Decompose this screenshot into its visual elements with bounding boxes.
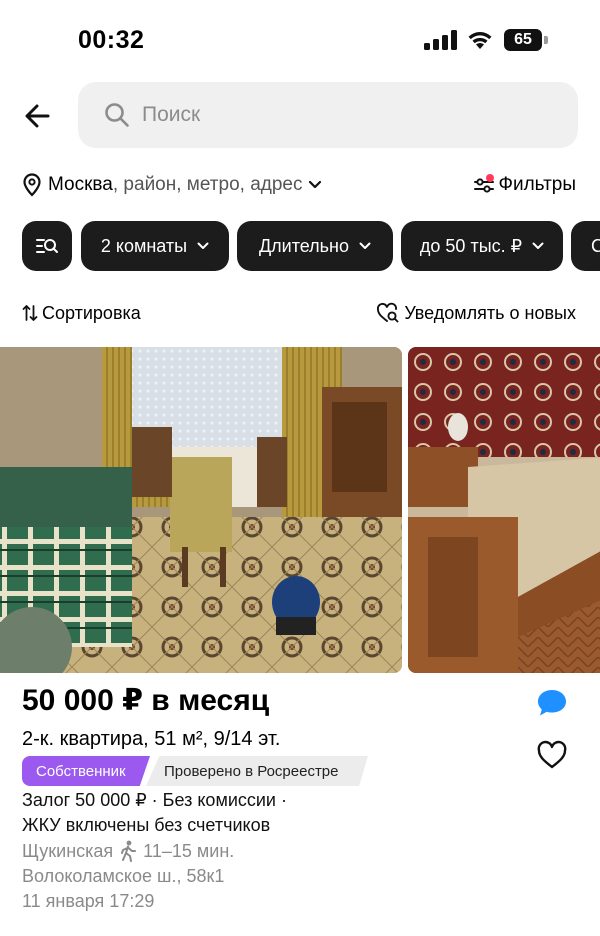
owner-badge: Собственник xyxy=(22,756,150,786)
filters-label: Фильтры xyxy=(498,174,576,195)
metro-info: Щукинская 11–15 мин. xyxy=(22,840,234,862)
sort-label: Сортировка xyxy=(42,302,141,323)
metro-station: Щукинская xyxy=(22,840,114,861)
living-room-image xyxy=(0,347,402,673)
listing-title[interactable]: 2-к. квартира, 51 м², 9/14 эт. xyxy=(22,728,280,751)
chat-bubble-icon[interactable] xyxy=(536,688,568,718)
search-filters-icon xyxy=(36,239,58,253)
listing-terms-line-1: Залог 50 000 ₽ · Без комиссии · xyxy=(22,790,287,810)
wifi-icon xyxy=(468,32,492,49)
more-filter-chip[interactable]: С xyxy=(571,221,600,271)
chip-label: С xyxy=(591,235,600,256)
chevron-down-icon xyxy=(532,242,544,249)
status-time: 00:32 xyxy=(78,26,145,54)
sort-arrows-icon xyxy=(22,305,38,321)
listing-address: Волоколамское ш., 58к1 xyxy=(22,866,225,886)
listing-terms-line-2: ЖКУ включены без счетчиков xyxy=(22,815,271,835)
bedroom-image xyxy=(408,347,600,673)
back-arrow-icon[interactable] xyxy=(20,98,60,134)
chip-label: 2 комнаты xyxy=(100,235,188,256)
photo-carousel[interactable] xyxy=(0,347,600,673)
sort-button[interactable]: Сортировка xyxy=(22,300,141,326)
chevron-down-icon xyxy=(309,180,322,189)
price-filter-chip[interactable]: до 50 тыс. ₽ xyxy=(401,221,563,271)
chevron-down-icon xyxy=(197,242,209,249)
cellular-signal-icon xyxy=(424,30,457,50)
verified-badge: Проверено в Росреестре xyxy=(146,756,368,786)
filters-button[interactable]: Фильтры xyxy=(473,170,576,200)
battery-level: 65 xyxy=(504,29,542,51)
location-city: Москва xyxy=(48,174,113,195)
favorite-heart-icon[interactable] xyxy=(536,740,568,770)
rental-term-chip[interactable]: Длительно xyxy=(237,221,393,271)
chip-label: Длительно xyxy=(258,235,350,256)
notify-new-button[interactable]: Уведомлять о новых xyxy=(376,300,576,326)
listing-date: 11 января 17:29 xyxy=(22,891,155,911)
listing-price[interactable]: 50 000 ₽ в месяц xyxy=(22,683,269,718)
location-hint: , район, метро, адрес xyxy=(112,174,303,195)
battery-indicator: 65 xyxy=(504,29,548,51)
chevron-down-icon xyxy=(359,242,371,249)
metro-walk-time: 11–15 мин. xyxy=(143,840,235,861)
chip-label: до 50 тыс. ₽ xyxy=(419,235,523,256)
notify-label: Уведомлять о новых xyxy=(404,302,576,323)
heart-search-icon xyxy=(377,302,399,323)
rooms-filter-chip[interactable]: 2 комнаты xyxy=(81,221,229,271)
search-box[interactable] xyxy=(78,82,578,148)
search-settings-chip[interactable] xyxy=(22,221,72,271)
listing-photo-living-room[interactable] xyxy=(0,347,402,673)
walking-person-icon xyxy=(121,840,137,862)
search-input[interactable] xyxy=(142,100,542,130)
listing-photo-bedroom[interactable] xyxy=(408,347,600,673)
location-selector[interactable]: Москва , район, метро, адрес xyxy=(22,170,322,200)
filters-sliders-icon xyxy=(473,174,494,193)
search-icon xyxy=(105,103,129,127)
battery-tip xyxy=(544,36,548,44)
quick-filter-chips: 2 комнаты Длительно до 50 тыс. ₽ С xyxy=(22,221,600,273)
location-pin-icon xyxy=(23,173,41,197)
status-bar: 00:32 65 xyxy=(0,0,600,80)
